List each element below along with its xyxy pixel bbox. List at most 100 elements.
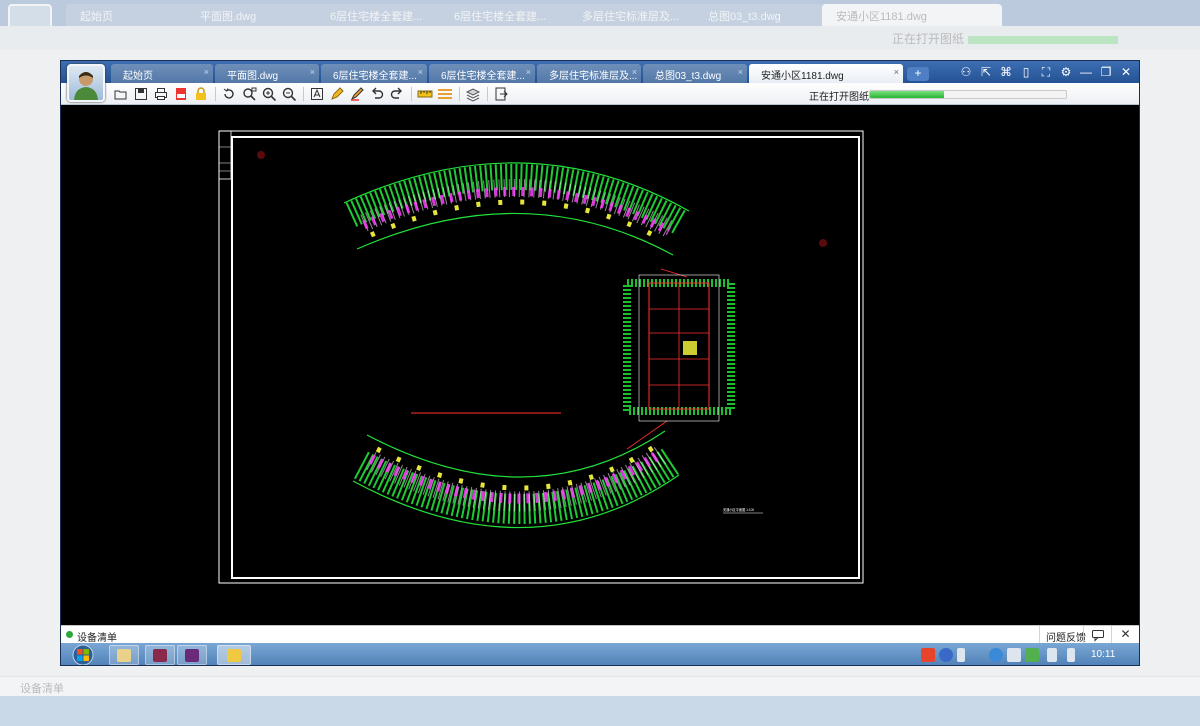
tab-close-icon[interactable]: × (310, 67, 315, 77)
arrow-icon[interactable] (957, 648, 965, 662)
ghost-avatar (8, 4, 52, 48)
rotate-icon[interactable] (221, 86, 237, 102)
loading-status-text: 正在打开图纸 (809, 92, 869, 103)
drawing-title-label: 安通小区平面图 1:100 (723, 507, 754, 512)
toolbar-separator (487, 87, 488, 101)
battery-icon[interactable] (1025, 648, 1039, 662)
save-icon[interactable] (133, 86, 149, 102)
ghost-tab: 多层住宅标准层及... (568, 4, 718, 26)
tab-close-icon[interactable]: × (204, 67, 209, 77)
close-icon[interactable]: ✕ (1117, 63, 1135, 81)
loading-progress-bar (869, 90, 1067, 99)
tab-label: 6层住宅楼全套建... (441, 71, 525, 82)
measure-icon[interactable] (417, 86, 433, 102)
tab-label: 总图03_t3.dwg (655, 71, 722, 82)
tab-standard-floor[interactable]: 多层住宅标准层及... × (537, 64, 641, 83)
tab-floor-plan[interactable]: 平面图.dwg × (215, 64, 319, 83)
upper-building-wing (343, 162, 690, 256)
system-tray: 10:11 (917, 643, 1137, 665)
toolbar-separator (215, 87, 216, 101)
drawing-canvas[interactable]: 安通小区平面图 1:100 (61, 105, 1139, 625)
tab-close-icon[interactable]: × (894, 67, 899, 77)
minimize-icon[interactable]: — (1077, 63, 1095, 81)
status-bar: 设备清单 问题反馈 ✕ (61, 625, 1139, 644)
security-icon[interactable] (989, 648, 1003, 662)
toolbar-separator (411, 87, 412, 101)
device-list-label[interactable]: 设备清单 (77, 629, 117, 644)
title-block-lines (219, 146, 231, 172)
connecting-core-block (623, 268, 735, 450)
signal-icon[interactable] (1047, 648, 1057, 662)
media-player-glyph (153, 649, 167, 662)
winrar-glyph (185, 649, 199, 662)
zoom-out-icon[interactable] (281, 86, 297, 102)
ghost-loading-text: 正在打开图纸 (892, 32, 965, 46)
zoom-in-icon[interactable] (261, 86, 277, 102)
restore-icon[interactable]: ❐ (1097, 63, 1115, 81)
drawing-outer-frame (218, 130, 864, 584)
cad-viewer-icon[interactable] (217, 645, 251, 665)
user-group-icon[interactable]: ⚇ (957, 63, 975, 81)
print-icon[interactable] (153, 86, 169, 102)
start-button[interactable] (67, 644, 99, 665)
tab-close-icon[interactable]: × (738, 67, 743, 77)
chat-icon[interactable] (1083, 626, 1111, 643)
ghost-statusbar: 设备清单 (0, 676, 1200, 696)
tab-label: 6层住宅楼全套建... (333, 71, 417, 82)
statusbar-close-icon[interactable]: ✕ (1111, 626, 1139, 643)
media-player-icon[interactable] (145, 645, 175, 665)
tab-residential-a[interactable]: 6层住宅楼全套建... × (321, 64, 427, 83)
mobile-icon[interactable]: ▯ (1017, 63, 1035, 81)
share-icon[interactable]: ⇱ (977, 63, 995, 81)
help-icon[interactable] (939, 648, 953, 662)
toolbar-separator (303, 87, 304, 101)
volume-icon[interactable] (1067, 648, 1075, 662)
tab-site-plan[interactable]: 总图03_t3.dwg × (643, 64, 747, 83)
cad-viewer-glyph (227, 649, 241, 662)
fullscreen-icon[interactable]: ⛶ (1037, 63, 1055, 81)
cad-drawing[interactable]: 安通小区平面图 1:100 (61, 105, 1139, 625)
avatar[interactable] (67, 64, 105, 102)
redo-icon[interactable] (389, 86, 405, 102)
tab-start-page[interactable]: 起始页 × (111, 64, 213, 83)
windows-taskbar: 10:11 (61, 643, 1139, 665)
pdf-export-icon[interactable] (173, 86, 189, 102)
text-icon[interactable] (309, 86, 325, 102)
ghost-taskbar (0, 696, 1200, 726)
explorer-icon[interactable] (109, 645, 139, 665)
ghost-tab: 安通小区1181.dwg (822, 4, 1002, 26)
ghost-tab: 总图03_t3.dwg (694, 4, 844, 26)
title-block-strip (218, 130, 232, 180)
tab-antong-community[interactable]: 安通小区1181.dwg × (749, 64, 903, 83)
tab-residential-b[interactable]: 6层住宅楼全套建... × (429, 64, 535, 83)
ghost-tab: 平面图.dwg (186, 4, 336, 26)
tab-label: 平面图.dwg (227, 71, 279, 82)
tab-close-icon[interactable]: × (632, 67, 637, 77)
canvas-artifact (819, 239, 827, 247)
feedback-button[interactable]: 问题反馈 (1039, 626, 1086, 644)
undo-icon[interactable] (369, 86, 385, 102)
link-icon[interactable]: ⌘ (997, 63, 1015, 81)
settings-icon[interactable]: ⚙ (1057, 63, 1075, 81)
tab-label: 安通小区1181.dwg (761, 71, 844, 82)
lower-building-wing (352, 412, 680, 529)
export-icon[interactable] (493, 86, 509, 102)
highlighter-icon[interactable] (349, 86, 365, 102)
winrar-icon[interactable] (177, 645, 207, 665)
toolbar-separator (459, 87, 460, 101)
ghost-tabbar: 起始页 平面图.dwg 6层住宅楼全套建... 6层住宅楼全套建... 多层住宅… (0, 0, 1200, 26)
tab-close-icon[interactable]: × (418, 67, 423, 77)
ghost-progress (968, 36, 1118, 44)
pen-icon[interactable] (329, 86, 345, 102)
tab-close-icon[interactable]: × (526, 67, 531, 77)
zoom-window-icon[interactable] (241, 86, 257, 102)
open-folder-icon[interactable] (113, 86, 129, 102)
lock-icon[interactable] (193, 86, 209, 102)
network-icon[interactable] (1007, 648, 1021, 662)
dimension-icon[interactable] (437, 86, 453, 102)
sogou-ime-icon[interactable] (921, 648, 935, 662)
canvas-artifact (257, 151, 265, 159)
layers-icon[interactable] (465, 86, 481, 102)
taskbar-clock[interactable]: 10:11 (1091, 649, 1115, 660)
new-tab-button[interactable]: + (907, 67, 929, 81)
